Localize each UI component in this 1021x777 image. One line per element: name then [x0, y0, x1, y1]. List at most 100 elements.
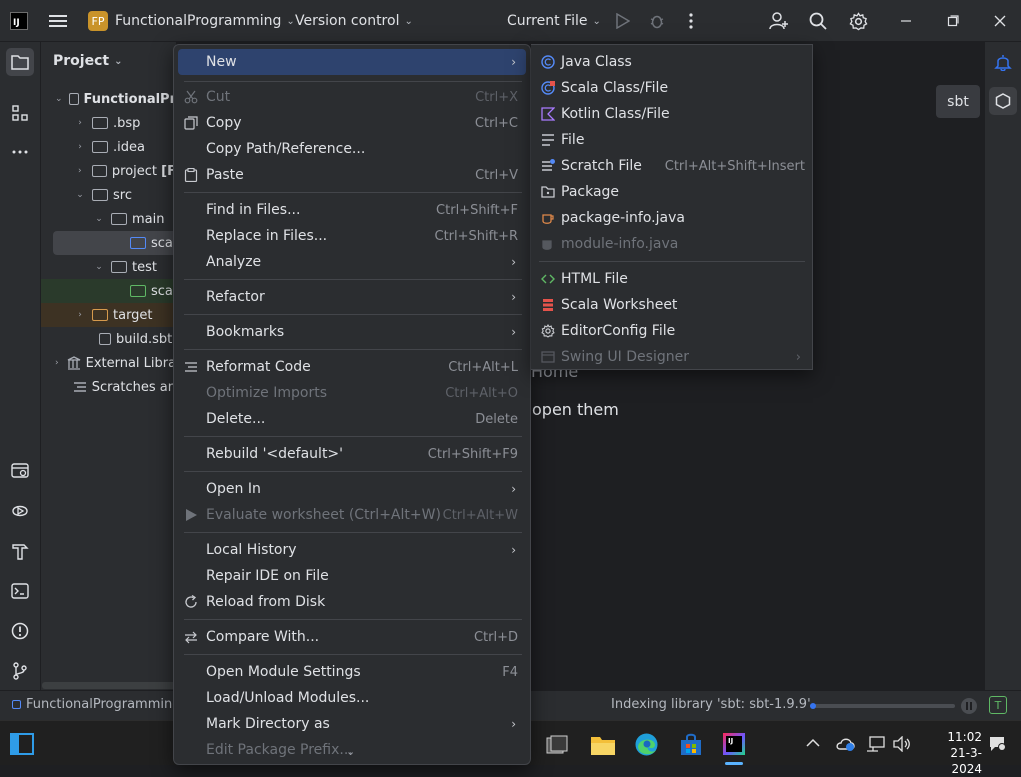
menu-item-refactor[interactable]: Refactor › [178, 284, 526, 310]
test-folder-icon [130, 285, 146, 297]
chevron-right-icon: › [78, 310, 82, 320]
taskview-icon[interactable] [546, 735, 568, 755]
tray-chevron-up-icon[interactable] [806, 738, 820, 748]
menu-item-mark-directory[interactable]: Mark Directory as › [178, 711, 526, 737]
tree-item-idea[interactable]: › .idea [41, 135, 176, 159]
new-editorconfig-file[interactable]: EditorConfig File [535, 318, 811, 344]
project-switcher[interactable]: FP FunctionalProgramming ⌄ [88, 0, 295, 42]
menu-item-replace-in-files[interactable]: Replace in Files... Ctrl+Shift+R [178, 223, 526, 249]
volume-icon[interactable] [892, 736, 912, 752]
menu-item-paste[interactable]: Paste Ctrl+V [178, 162, 526, 188]
run-tool-icon[interactable] [6, 497, 34, 525]
menu-item-cut[interactable]: Cut Ctrl+X [178, 84, 526, 110]
tree-item-external-libraries[interactable]: › External Libra [41, 351, 176, 375]
menu-item-open-in[interactable]: Open In › [178, 476, 526, 502]
menu-item-local-history[interactable]: Local History › [178, 537, 526, 563]
new-swing-ui-designer[interactable]: Swing UI Designer › [535, 344, 811, 370]
horizontal-scrollbar[interactable] [42, 682, 176, 689]
intellij-taskbar-icon[interactable]: IJ [723, 733, 745, 755]
menu-item-load-unload-modules[interactable]: Load/Unload Modules... [178, 685, 526, 711]
more-actions-icon[interactable] [688, 0, 694, 42]
sbt-tool-button[interactable]: sbt [936, 85, 980, 118]
structure-icon[interactable] [6, 99, 34, 127]
menu-item-repair-ide[interactable]: Repair IDE on File [178, 563, 526, 589]
run-icon[interactable] [616, 0, 630, 42]
scroll-down-chevron-icon[interactable]: ⌄ [346, 745, 355, 758]
build-hammer-icon[interactable] [6, 537, 34, 565]
notification-center-icon[interactable] [988, 736, 1006, 752]
new-scratch-file[interactable]: Scratch File Ctrl+Alt+Shift+Insert [535, 153, 811, 179]
menu-item-delete[interactable]: Delete... Delete [178, 406, 526, 432]
menu-item-optimize-imports[interactable]: Optimize Imports Ctrl+Alt+O [178, 380, 526, 406]
tree-item-root[interactable]: ⌄ FunctionalPr [41, 87, 176, 111]
new-module-info[interactable]: module-info.java [535, 231, 811, 257]
close-icon[interactable] [994, 0, 1006, 42]
menu-item-analyze[interactable]: Analyze › [178, 249, 526, 275]
debug-icon[interactable] [649, 0, 665, 42]
maximize-icon[interactable] [947, 0, 959, 42]
edge-browser-icon[interactable] [634, 732, 659, 757]
status-project-breadcrumb[interactable]: FunctionalProgramming [12, 697, 181, 712]
file-explorer-icon[interactable] [590, 734, 616, 756]
tree-item-scratches[interactable]: Scratches an [41, 375, 176, 399]
terminal-status-icon[interactable]: T [989, 696, 1007, 714]
services-icon[interactable] [6, 457, 34, 485]
tree-item-bsp[interactable]: › .bsp [41, 111, 176, 135]
menu-separator [184, 81, 522, 82]
search-icon[interactable] [809, 0, 827, 42]
git-icon[interactable] [6, 657, 34, 685]
version-control-menu[interactable]: Version control ⌄ [295, 0, 413, 42]
menu-item-evaluate-worksheet[interactable]: Evaluate worksheet (Ctrl+Alt+W) Ctrl+Alt… [178, 502, 526, 528]
sbt-hexagon-icon[interactable] [989, 87, 1017, 115]
problems-icon[interactable] [6, 617, 34, 645]
menu-item-compare-with[interactable]: Compare With... Ctrl+D [178, 624, 526, 650]
project-panel-title[interactable]: Project ⌄ [53, 53, 122, 69]
project-panel: Project ⌄ ⌄ FunctionalPr › .bsp › .idea ›… [41, 42, 176, 690]
clock[interactable]: 11:02 21-3-2024 [922, 729, 982, 777]
new-scala-class[interactable]: Scala Class/File [535, 75, 811, 101]
tree-item-target[interactable]: › target [41, 303, 176, 327]
run-config-selector[interactable]: Current File ⌄ [507, 0, 601, 42]
tree-item-project[interactable]: › project [F [41, 159, 176, 183]
new-java-class[interactable]: Java Class [535, 49, 811, 75]
start-windows-icon[interactable] [10, 733, 34, 755]
pause-indexing-icon[interactable] [961, 698, 977, 714]
microsoft-store-icon[interactable] [679, 733, 703, 757]
onedrive-cloud-icon[interactable] [836, 736, 856, 752]
more-tools-icon[interactable] [6, 138, 34, 166]
new-html-file[interactable]: HTML File [535, 266, 811, 292]
menu-item-new[interactable]: New › [178, 49, 526, 75]
main-menu-hamburger-icon[interactable] [49, 0, 67, 42]
settings-gear-icon[interactable] [849, 0, 868, 42]
notifications-bell-icon[interactable] [989, 48, 1017, 76]
new-file[interactable]: File [535, 127, 811, 153]
indexing-status[interactable]: Indexing library 'sbt: sbt-1.9.9' [611, 697, 811, 712]
new-scala-worksheet[interactable]: Scala Worksheet [535, 292, 811, 318]
minimize-icon[interactable] [900, 0, 912, 42]
new-package[interactable]: Package [535, 179, 811, 205]
clock-time: 11:02 [947, 730, 982, 744]
menu-item-copy-path[interactable]: Copy Path/Reference... [178, 136, 526, 162]
new-kotlin-class[interactable]: Kotlin Class/File [535, 101, 811, 127]
tree-item-main-scala[interactable]: sca [53, 231, 176, 255]
java-cup-icon [541, 211, 555, 225]
menu-item-rebuild[interactable]: Rebuild '<default>' Ctrl+Shift+F9 [178, 441, 526, 467]
tree-item-src[interactable]: ⌄ src [41, 183, 176, 207]
add-user-icon[interactable] [769, 0, 789, 42]
tree-item-test[interactable]: ⌄ test [41, 255, 176, 279]
tree-item-test-scala[interactable]: sca [41, 279, 176, 303]
chevron-right-icon: › [511, 55, 516, 69]
menu-item-copy[interactable]: Copy Ctrl+C [178, 110, 526, 136]
menu-item-reformat-code[interactable]: Reformat Code Ctrl+Alt+L [178, 354, 526, 380]
intellij-logo-icon[interactable]: IJ [10, 0, 28, 42]
terminal-icon[interactable] [6, 577, 34, 605]
menu-item-module-settings[interactable]: Open Module Settings F4 [178, 659, 526, 685]
menu-item-reload-from-disk[interactable]: Reload from Disk [178, 589, 526, 615]
network-icon[interactable] [866, 736, 886, 752]
tree-item-main[interactable]: ⌄ main [41, 207, 176, 231]
project-folder-icon[interactable] [6, 48, 34, 76]
tree-item-build-sbt[interactable]: build.sbt [41, 327, 176, 351]
menu-item-bookmarks[interactable]: Bookmarks › [178, 319, 526, 345]
new-package-info[interactable]: package-info.java [535, 205, 811, 231]
menu-item-find-in-files[interactable]: Find in Files... Ctrl+Shift+F [178, 197, 526, 223]
